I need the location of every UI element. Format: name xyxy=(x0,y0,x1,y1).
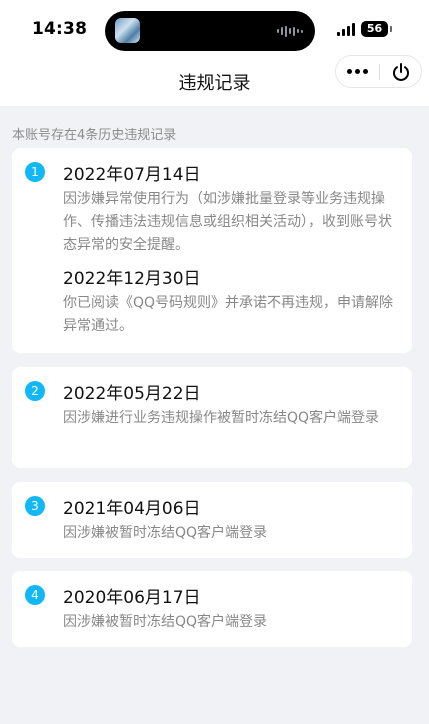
record-card: 3 2021年04月06日 因涉嫌被暂时冻结QQ客户端登录 xyxy=(12,482,412,558)
record-description: 因涉嫌被暂时冻结QQ客户端登录 xyxy=(63,525,268,541)
record-description: 因涉嫌被暂时冻结QQ客户端登录 xyxy=(63,614,268,630)
media-thumbnail xyxy=(115,18,140,43)
record-index-badge: 3 xyxy=(25,496,45,516)
record-date: 2021年04月06日 xyxy=(63,499,201,519)
record-card: 1 2022年07月14日 因涉嫌异常使用行为（如涉嫌批量登录等业务违规操作、传… xyxy=(12,148,412,353)
record-index-badge: 2 xyxy=(25,381,45,401)
dynamic-island[interactable] xyxy=(105,11,315,51)
record-index-badge: 1 xyxy=(25,162,45,182)
battery-icon: 56 xyxy=(361,21,392,37)
record-card: 2 2022年05月22日 因涉嫌进行业务违规操作被暂时冻结QQ客户端登录 xyxy=(12,367,412,468)
record-card: 4 2020年06月17日 因涉嫌被暂时冻结QQ客户端登录 xyxy=(12,571,412,647)
record-date: 2022年07月14日 xyxy=(63,165,201,185)
record-date: 2022年05月22日 xyxy=(63,384,201,404)
record-description: 你已阅读《QQ号码规则》并承诺不再违规，申请解除异常通过。 xyxy=(63,295,394,334)
miniprogram-capsule xyxy=(335,55,422,88)
record-date: 2020年06月17日 xyxy=(63,588,201,608)
audio-wave-icon xyxy=(277,25,303,37)
status-time: 14:38 xyxy=(32,19,88,39)
more-dots-icon[interactable] xyxy=(336,56,379,87)
record-description: 因涉嫌异常使用行为（如涉嫌批量登录等业务违规操作、传播违法违规信息或组织相关活动… xyxy=(63,191,392,253)
records-summary: 本账号存在4条历史违规记录 xyxy=(12,128,177,143)
record-description: 因涉嫌进行业务违规操作被暂时冻结QQ客户端登录 xyxy=(63,410,380,426)
header: 14:38 56 违规记录 xyxy=(0,0,429,106)
signal-icon xyxy=(337,22,355,36)
record-date: 2022年12月30日 xyxy=(63,269,201,289)
power-icon[interactable] xyxy=(380,56,422,87)
record-index-badge: 4 xyxy=(25,585,45,605)
